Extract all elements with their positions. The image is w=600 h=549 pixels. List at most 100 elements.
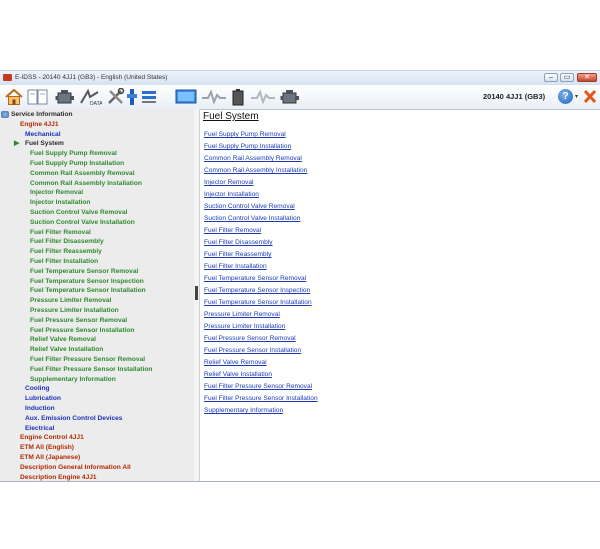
tree-item[interactable]: Fuel Supply Pump Installation [30, 160, 124, 168]
tree-item[interactable]: Supplementary Information [30, 376, 116, 384]
content-link[interactable]: Suction Control Valve Removal [204, 203, 295, 210]
exit-icon[interactable] [583, 88, 597, 104]
tree-item[interactable]: Description General Information All [20, 464, 131, 472]
splitter-grip[interactable] [195, 286, 198, 300]
tree-item[interactable]: Aux. Emission Control Devices [25, 415, 122, 423]
svg-text:DATA: DATA [90, 101, 102, 106]
book-icon[interactable] [27, 88, 49, 106]
tree-item-label: Common Rail Assembly Removal [30, 169, 135, 177]
tree-item[interactable]: Fuel Filter Pressure Sensor Installation [30, 366, 152, 374]
tree-item[interactable]: Fuel Filter Pressure Sensor Removal [30, 356, 145, 364]
monitor-icon[interactable] [175, 88, 197, 106]
content-link[interactable]: Fuel Filter Installation [204, 263, 267, 270]
tree-item-label: Supplementary Information [30, 375, 116, 383]
content-link[interactable]: Fuel Supply Pump Removal [204, 131, 286, 138]
content-link[interactable]: Supplementary Information [204, 407, 283, 414]
tree-item[interactable]: Suction Control Valve Installation [30, 219, 135, 227]
content-link[interactable]: Suction Control Valve Installation [204, 215, 300, 222]
tree-item-label: Pressure Limiter Removal [30, 297, 112, 305]
tree-item[interactable]: Fuel Supply Pump Removal [30, 150, 117, 158]
tree-item[interactable]: Cooling [25, 385, 50, 393]
navigation-tree: Service Information Engine 4JJ1 Mechanical… [0, 109, 195, 481]
tools-icon[interactable] [106, 88, 126, 106]
tree-item[interactable]: Fuel Temperature Sensor Inspection [30, 278, 144, 286]
tree-item[interactable]: Electrical [25, 425, 54, 433]
tree-item[interactable]: Engine 4JJ1 [20, 121, 58, 129]
battery-icon[interactable] [231, 88, 245, 106]
tree-item-label: Injector Installation [30, 199, 91, 207]
help-icon[interactable]: ? [558, 89, 573, 104]
tree-item[interactable]: Fuel Filter Reassembly [30, 248, 102, 256]
waveform-icon[interactable] [201, 88, 227, 106]
tree-item[interactable]: Fuel Pressure Sensor Installation [30, 327, 134, 335]
tree-item-label: Cooling [25, 385, 50, 393]
engine-alt-icon[interactable] [280, 88, 300, 106]
tree-item[interactable]: Relief Valve Removal [30, 336, 96, 344]
tree-item-label: Fuel Filter Installation [30, 258, 99, 265]
close-button[interactable]: ✕ [577, 73, 597, 82]
tree-item[interactable]: Engine Control 4JJ1 [20, 434, 84, 442]
content-link[interactable]: Pressure Limiter Removal [204, 311, 280, 318]
tree-item[interactable]: Service Information [1, 111, 73, 119]
tree-item[interactable]: Induction [25, 405, 55, 413]
tree-item[interactable]: Pressure Limiter Installation [30, 307, 119, 315]
tree-item[interactable]: Pressure Limiter Removal [30, 297, 111, 305]
minimize-button[interactable]: – [544, 73, 558, 82]
engine-data-icon[interactable]: DATA [78, 88, 102, 106]
help-dropdown-icon[interactable]: ▾ [575, 93, 578, 100]
maximize-button[interactable]: ▭ [560, 73, 574, 82]
content-link[interactable]: Relief Valve Removal [204, 359, 267, 366]
content-link[interactable]: Injector Removal [204, 179, 253, 186]
tree-item[interactable]: Common Rail Assembly Removal [30, 170, 135, 178]
tree-item-label: ETM All (Japanese) [20, 454, 81, 461]
content-link[interactable]: Fuel Temperature Sensor Inspection [204, 287, 310, 294]
tree-item[interactable]: Relief Valve Installation [30, 346, 103, 354]
engine-icon[interactable] [55, 88, 75, 106]
content-link[interactable]: Fuel Filter Disassembly [204, 239, 273, 246]
tree-item[interactable]: Fuel Temperature Sensor Removal [30, 268, 138, 276]
tree-item[interactable]: Fuel Filter Removal [30, 229, 91, 237]
tree-item[interactable]: Fuel Temperature Sensor Installation [30, 287, 146, 295]
tree-item[interactable]: ETM All (English) [20, 444, 74, 452]
tree-item-label: Description General Information All [20, 463, 131, 471]
content-link[interactable]: Fuel Temperature Sensor Removal [204, 275, 306, 282]
tree-item[interactable]: ETM All (Japanese) [20, 454, 80, 462]
tree-item[interactable]: Common Rail Assembly Installation [30, 180, 142, 188]
tree-item-label: Aux. Emission Control Devices [25, 414, 123, 422]
tree-item[interactable]: Mechanical [25, 131, 61, 139]
connector-icon[interactable] [125, 88, 139, 106]
tree-item-label: Lubrication [25, 395, 61, 403]
content-link[interactable]: Common Rail Assembly Removal [204, 155, 302, 162]
content-link[interactable]: Common Rail Assembly Installation [204, 167, 307, 174]
content-link[interactable]: Injector Installation [204, 191, 259, 198]
content-link[interactable]: Fuel Filter Reassembly [204, 251, 271, 258]
tree-item-label: Suction Control Valve Installation [30, 218, 135, 226]
content-link[interactable]: Fuel Filter Pressure Sensor Removal [204, 383, 312, 390]
content-link[interactable]: Fuel Temperature Sensor Installation [204, 299, 312, 306]
tree-item[interactable]: Description Engine 4JJ1 [20, 474, 97, 481]
content-link[interactable]: Fuel Filter Removal [204, 227, 261, 234]
tree-item[interactable]: Fuel Pressure Sensor Removal [30, 317, 127, 325]
content-link[interactable]: Relief Valve Installation [204, 371, 272, 378]
tree-item[interactable]: Fuel Filter Disassembly [30, 238, 104, 246]
content-link[interactable]: Fuel Pressure Sensor Installation [204, 347, 301, 354]
tree-item-label: Fuel Supply Pump Removal [30, 150, 117, 158]
tree-item[interactable]: Lubrication [25, 395, 61, 403]
tree-item[interactable]: Suction Control Valve Removal [30, 209, 127, 217]
home-icon[interactable] [4, 88, 24, 106]
tree-item[interactable]: ▶ Fuel System [14, 140, 64, 148]
content-link[interactable]: Fuel Pressure Sensor Removal [204, 335, 296, 342]
selected-arrow-icon: ▶ [14, 140, 20, 148]
app-logo-icon [3, 74, 12, 81]
tree-item[interactable]: Fuel Filter Installation [30, 258, 98, 266]
content-link[interactable]: Pressure Limiter Installation [204, 323, 285, 330]
tree-item-label: Relief Valve Installation [30, 346, 104, 354]
signal-icon[interactable] [250, 88, 276, 106]
tree-item[interactable]: Injector Installation [30, 199, 90, 207]
content-link[interactable]: Fuel Supply Pump Installation [204, 143, 291, 150]
tree-item-label: Fuel Temperature Sensor Installation [30, 287, 146, 295]
content-link[interactable]: Fuel Filter Pressure Sensor Installation [204, 395, 318, 402]
list-icon[interactable] [141, 88, 157, 106]
tree-item-label: Fuel Filter Pressure Sensor Installation [30, 365, 153, 373]
tree-item[interactable]: Injector Removal [30, 189, 83, 197]
